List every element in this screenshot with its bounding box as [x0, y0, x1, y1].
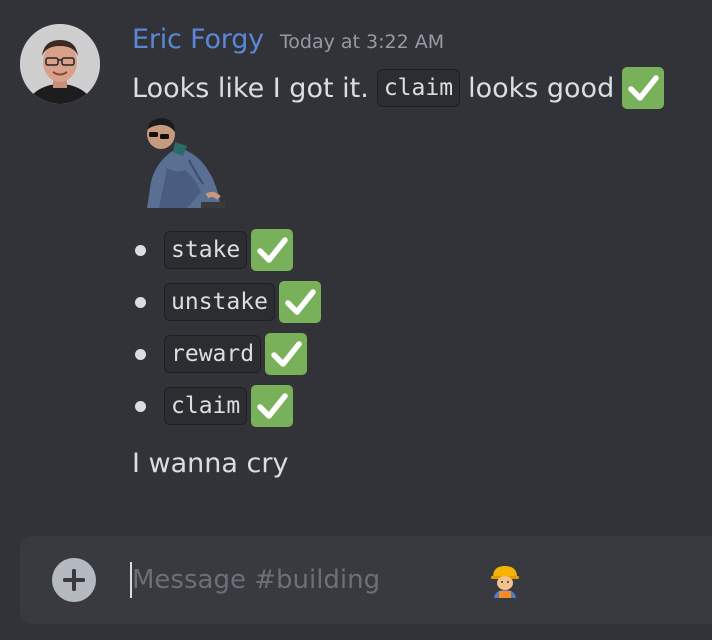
bullet-dot [135, 348, 146, 360]
message-text: Looks like I got it. [132, 72, 369, 104]
message-timestamp: Today at 3:22 AM [279, 31, 445, 53]
inline-code: stake [164, 231, 248, 269]
bullet-dot [135, 296, 146, 308]
bullet-dot [135, 244, 146, 256]
avatar-photo [20, 24, 100, 104]
message-text: looks good [468, 72, 615, 104]
list-item: unstake [132, 278, 321, 326]
inline-code: reward [164, 335, 262, 373]
list-item: claim [132, 382, 294, 430]
message-line: Looks like I got it. claim looks good [132, 66, 665, 110]
inline-code: claim [376, 69, 461, 107]
construction-worker-emoji [491, 566, 519, 598]
add-attachment-button[interactable] [52, 558, 96, 602]
message-text: I wanna cry [132, 448, 289, 479]
list-item: reward [132, 330, 308, 378]
check-mark-icon [251, 385, 294, 427]
inline-code: claim [164, 387, 248, 425]
list-item: stake [132, 226, 294, 274]
message-input[interactable] [132, 565, 632, 595]
chat-message: Eric Forgy Today at 3:22 AM Looks like I… [0, 0, 712, 520]
check-mark-icon [251, 229, 294, 271]
chat-view: Eric Forgy Today at 3:22 AM Looks like I… [0, 0, 712, 640]
inline-code: unstake [164, 283, 275, 321]
person-leaning-sticker[interactable] [137, 112, 229, 212]
message-header: Eric Forgy Today at 3:22 AM [132, 24, 444, 64]
bullet-dot [135, 400, 146, 412]
plus-circle-icon [63, 569, 85, 591]
message-input-wrapper[interactable] [130, 554, 690, 606]
message-composer [20, 536, 712, 624]
check-mark-icon [622, 67, 665, 109]
check-mark-icon [278, 281, 321, 323]
author-name[interactable]: Eric Forgy [132, 24, 264, 55]
check-mark-icon [265, 333, 308, 375]
avatar[interactable] [20, 24, 100, 104]
